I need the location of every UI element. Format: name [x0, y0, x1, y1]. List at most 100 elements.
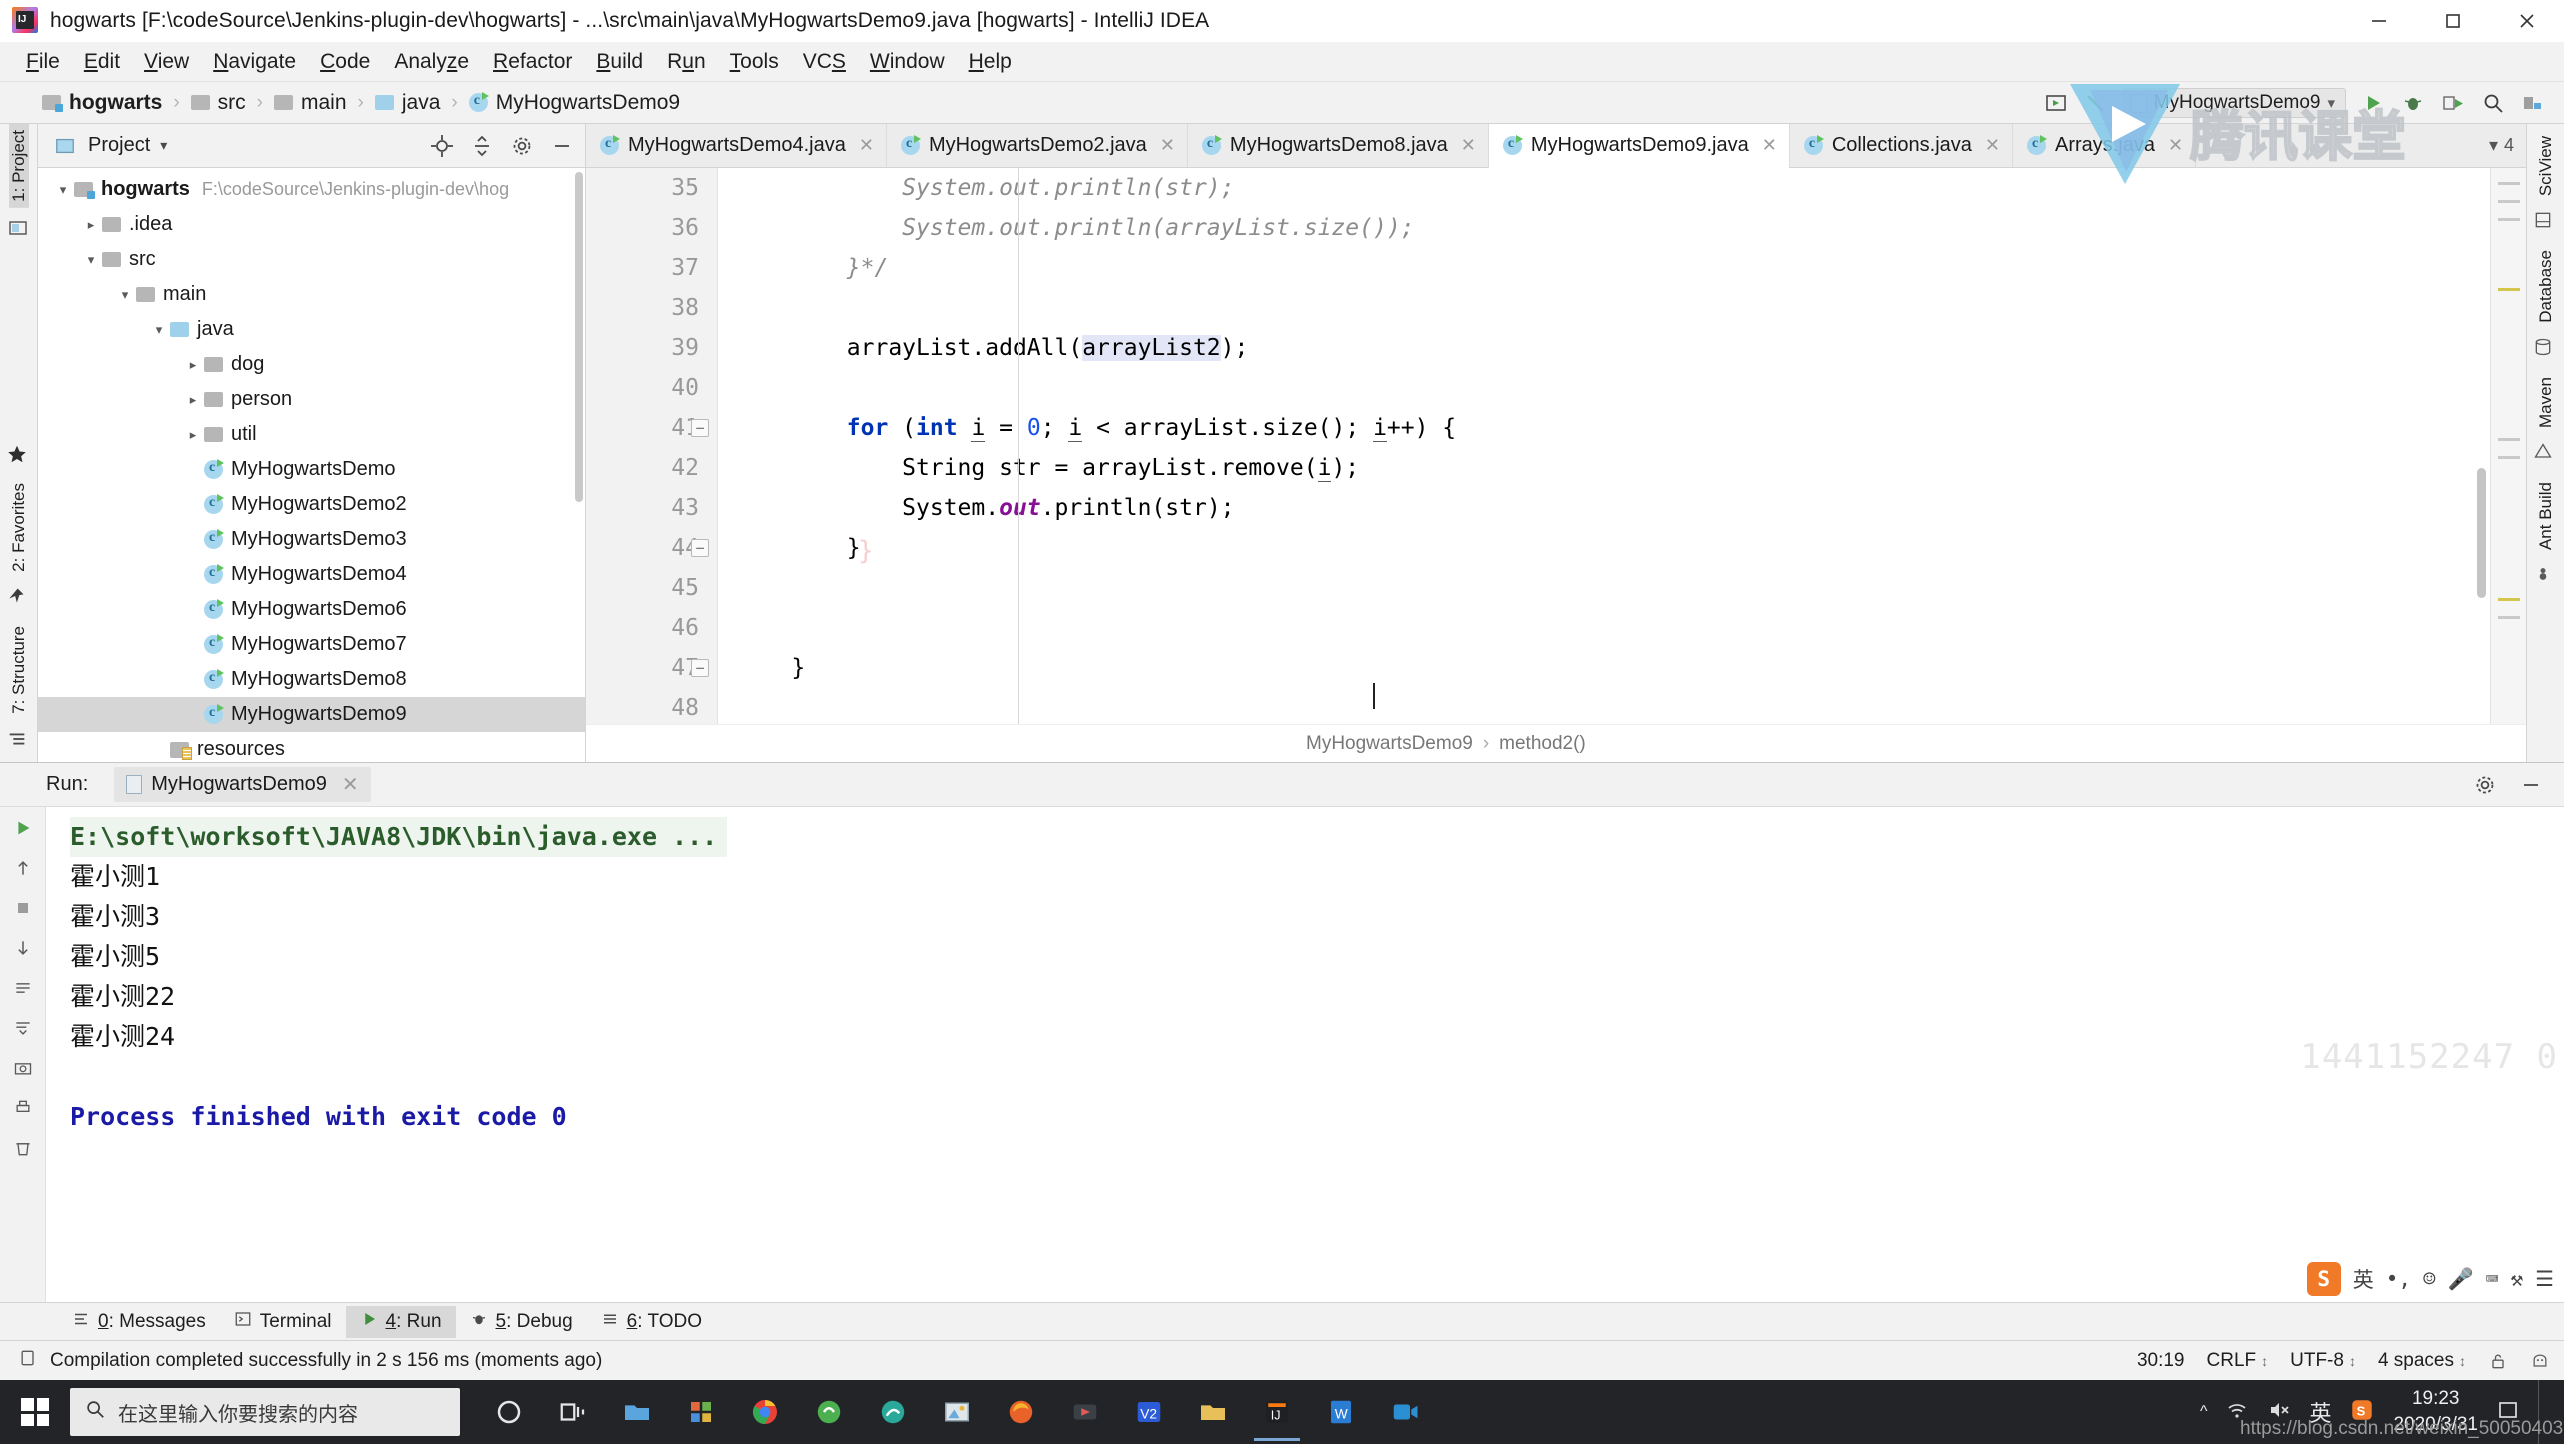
close-icon[interactable]: ✕: [1461, 135, 1476, 156]
app-teal-icon[interactable]: [862, 1381, 924, 1443]
tray-expand-icon[interactable]: ^: [2200, 1403, 2208, 1421]
ime-mic-icon[interactable]: 🎤: [2448, 1267, 2474, 1292]
rerun-icon[interactable]: [10, 815, 36, 841]
project-tree-scrollbar[interactable]: [575, 172, 583, 502]
settings-gear-icon[interactable]: [509, 133, 535, 159]
tree-item-hogwarts[interactable]: ▾ hogwarts F:\codeSource\Jenkins-plugin-…: [38, 172, 585, 207]
fold-region-icon[interactable]: −: [691, 419, 709, 437]
windows-start-icon[interactable]: [0, 1380, 70, 1444]
locate-target-icon[interactable]: [429, 133, 455, 159]
project-tree[interactable]: ▾ hogwarts F:\codeSource\Jenkins-plugin-…: [38, 168, 585, 762]
tree-item-class[interactable]: MyHogwartsDemo3: [38, 522, 585, 557]
wps-writer-icon[interactable]: W: [1310, 1381, 1372, 1443]
structure-icon[interactable]: [6, 728, 32, 754]
hector-inspection-icon[interactable]: [2530, 1351, 2550, 1371]
task-view-icon[interactable]: [542, 1381, 604, 1443]
close-icon[interactable]: ✕: [1985, 135, 2000, 156]
up-stack-icon[interactable]: [10, 855, 36, 881]
tree-item-util[interactable]: ▸ util: [38, 417, 585, 452]
tab-MyHogwartsDemo8[interactable]: MyHogwartsDemo8.java ✕: [1187, 124, 1489, 167]
chevron-right-icon[interactable]: ▸: [182, 392, 204, 408]
run-configuration-selector[interactable]: MyHogwartsDemo9 ▾: [2122, 88, 2346, 118]
ime-language-label[interactable]: 英: [2353, 1264, 2374, 1294]
error-stripe-marker-panel[interactable]: [2490, 168, 2526, 724]
debug-icon[interactable]: [2400, 90, 2426, 116]
sidebar-item-ant-build[interactable]: Ant Build: [2536, 476, 2556, 556]
tool-window-run[interactable]: 4: Run: [345, 1305, 456, 1338]
windows-store-icon[interactable]: [670, 1381, 732, 1443]
collapse-all-icon[interactable]: [469, 133, 495, 159]
ime-menu-icon[interactable]: ☰: [2535, 1267, 2554, 1291]
cortana-icon[interactable]: [478, 1381, 540, 1443]
menu-code[interactable]: Code: [308, 46, 382, 78]
tree-item-idea[interactable]: ▸ .idea: [38, 207, 585, 242]
ime-keyboard-icon[interactable]: ⌨: [2486, 1267, 2499, 1291]
tree-item-resources[interactable]: resources: [38, 732, 585, 762]
favorites-star-icon[interactable]: [6, 443, 32, 469]
ant-build-icon[interactable]: [2533, 564, 2559, 590]
tree-item-person[interactable]: ▸ person: [38, 382, 585, 417]
chevron-right-icon[interactable]: ▸: [182, 357, 204, 373]
print-icon[interactable]: [10, 1095, 36, 1121]
google-chrome-icon[interactable]: [734, 1381, 796, 1443]
indent-selector[interactable]: 4 spaces ↕: [2378, 1350, 2466, 1372]
sidebar-item-structure[interactable]: 7: Structure: [9, 620, 29, 720]
breadcrumb-method[interactable]: method2(): [1499, 733, 1586, 755]
project-icon[interactable]: [6, 216, 32, 242]
intellij-idea-icon[interactable]: IJ: [1246, 1381, 1308, 1443]
run-coverage-icon[interactable]: [2440, 90, 2466, 116]
caret-position[interactable]: 30:19: [2137, 1350, 2185, 1372]
chevron-down-icon[interactable]: ▾: [148, 322, 170, 338]
maximize-button[interactable]: [2416, 0, 2490, 42]
tool-window-messages[interactable]: 0: Messages: [58, 1306, 220, 1338]
breadcrumb-item-src[interactable]: src: [189, 89, 248, 117]
tree-item-java[interactable]: ▾ java: [38, 312, 585, 347]
preview-icon[interactable]: [2043, 90, 2069, 116]
sogou-input-icon[interactable]: S: [2306, 1262, 2341, 1296]
editor-gutter[interactable]: 35 36 37 38 39 40 41 42 43 44 45 46 47 4…: [586, 168, 718, 724]
camera-icon[interactable]: [10, 1055, 36, 1081]
tree-item-dog[interactable]: ▸ dog: [38, 347, 585, 382]
menu-tools[interactable]: Tools: [718, 46, 791, 78]
chevron-right-icon[interactable]: ▸: [80, 217, 102, 233]
search-icon[interactable]: [2480, 90, 2506, 116]
stop-icon[interactable]: [10, 895, 36, 921]
tab-Collections[interactable]: Collections.java ✕: [1789, 124, 2013, 167]
editor-vertical-scrollbar[interactable]: [2477, 468, 2486, 598]
fold-region-icon[interactable]: −: [691, 539, 709, 557]
breadcrumb-item-main[interactable]: main: [272, 89, 349, 117]
breadcrumb-class[interactable]: MyHogwartsDemo9: [1306, 733, 1473, 755]
menu-view[interactable]: View: [132, 46, 201, 78]
sidebar-item-project[interactable]: 1: Project: [8, 124, 29, 208]
tree-item-class[interactable]: MyHogwartsDemo2: [38, 487, 585, 522]
tree-item-src[interactable]: ▾ src: [38, 242, 585, 277]
breadcrumb-item-class[interactable]: MyHogwartsDemo9: [467, 89, 682, 117]
run-console-output[interactable]: E:\soft\worksoft\JAVA8\JDK\bin\java.exe …: [46, 807, 2564, 1302]
v2-app-icon[interactable]: V2: [1118, 1381, 1180, 1443]
sidebar-item-favorites[interactable]: 2: Favorites: [9, 477, 29, 578]
tree-item-main[interactable]: ▾ main: [38, 277, 585, 312]
tab-overflow-control[interactable]: ▾ 4: [2489, 124, 2526, 167]
breadcrumb-item-hogwarts[interactable]: hogwarts: [40, 89, 164, 117]
menu-vcs[interactable]: VCS: [791, 46, 858, 78]
close-icon[interactable]: ✕: [1762, 135, 1777, 156]
clear-all-icon[interactable]: [10, 1135, 36, 1161]
tree-item-class[interactable]: MyHogwartsDemo: [38, 452, 585, 487]
close-icon[interactable]: ✕: [859, 135, 874, 156]
settings-gear-icon[interactable]: [2472, 772, 2498, 798]
tool-window-todo[interactable]: 6: TODO: [587, 1306, 716, 1338]
run-tab-MyHogwartsDemo9[interactable]: MyHogwartsDemo9 ✕: [114, 767, 371, 802]
project-structure-icon[interactable]: [2520, 90, 2546, 116]
sciview-icon[interactable]: [2533, 210, 2559, 236]
tree-item-class[interactable]: MyHogwartsDemo8: [38, 662, 585, 697]
tool-window-terminal[interactable]: Terminal: [220, 1306, 346, 1338]
tree-item-class[interactable]: MyHogwartsDemo4: [38, 557, 585, 592]
chevron-down-icon[interactable]: ▾: [160, 137, 167, 154]
close-icon[interactable]: ✕: [342, 772, 359, 797]
menu-run[interactable]: Run: [655, 46, 718, 78]
menu-help[interactable]: Help: [957, 46, 1024, 78]
code-text[interactable]: System.out.println(str); System.out.prin…: [718, 168, 2526, 724]
ime-punctuation-icon[interactable]: •,: [2386, 1267, 2411, 1291]
encoding-selector[interactable]: UTF-8 ↕: [2290, 1350, 2356, 1372]
firefox-icon[interactable]: [990, 1381, 1052, 1443]
